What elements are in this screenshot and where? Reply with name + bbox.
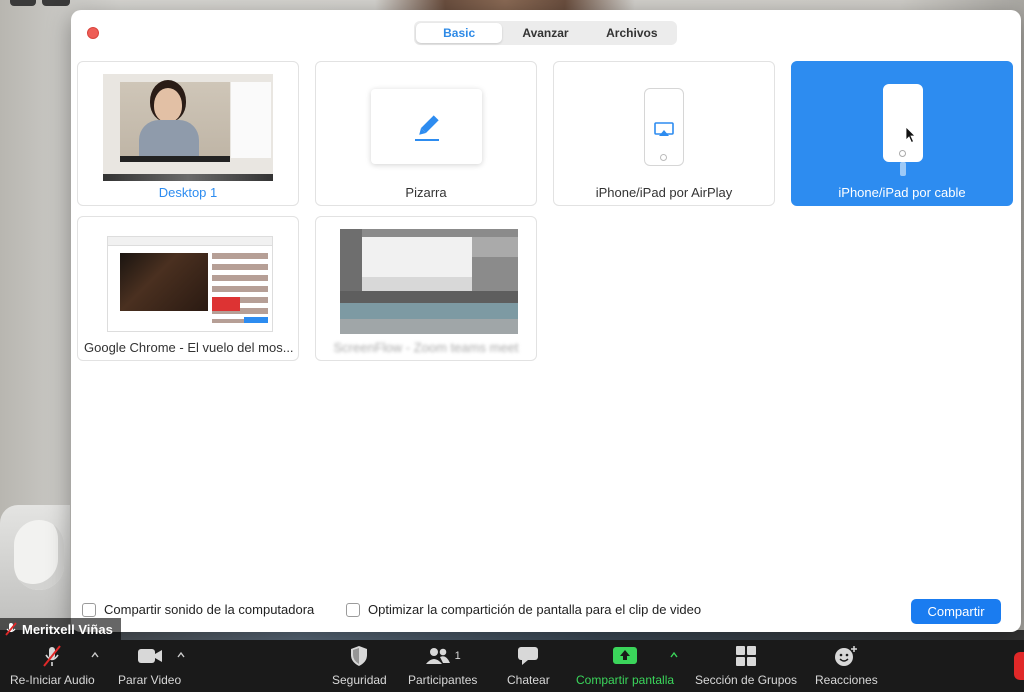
optimize-video-label: Optimizar la compartición de pantalla pa… <box>368 602 702 617</box>
share-screen-button[interactable]: Compartir pantalla <box>576 644 674 687</box>
source-label: ScreenFlow - Zoom teams meet <box>333 340 519 355</box>
share-sound-checkbox[interactable] <box>82 602 96 617</box>
source-label: Pizarra <box>405 185 447 200</box>
share-screen-dialog: Basic Avanzar Archivos Desktop 1 Pizarra… <box>71 10 1021 632</box>
video-button[interactable]: Parar Video <box>118 644 181 687</box>
iphone-cable-icon <box>883 84 923 162</box>
chat-bubble-icon <box>518 647 539 665</box>
option-optimize-video: Optimizar la compartición de pantalla pa… <box>346 602 701 617</box>
tab-files[interactable]: Archivos <box>589 23 675 43</box>
whiteboard-thumbnail <box>371 89 482 164</box>
mic-muted-icon <box>5 622 17 636</box>
tab-basic[interactable]: Basic <box>416 23 503 43</box>
breakout-grid-icon <box>736 646 757 666</box>
reactions-button[interactable]: Reacciones <box>815 644 878 687</box>
window-control-pill <box>42 0 70 6</box>
source-tile-cable[interactable]: iPhone/iPad por cable <box>791 61 1013 206</box>
background-chair <box>14 520 64 590</box>
participants-icon <box>425 648 450 664</box>
source-tile-whiteboard[interactable]: Pizarra <box>315 61 537 206</box>
share-button[interactable]: Compartir <box>911 599 1001 624</box>
airplay-icon <box>654 122 674 136</box>
audio-button[interactable]: Re-Iniciar Audio <box>10 644 95 687</box>
source-tile-chrome[interactable]: Google Chrome - El vuelo del mos... <box>77 216 299 361</box>
mouse-cursor-icon <box>905 126 916 144</box>
share-screen-icon <box>613 647 638 664</box>
end-meeting-button[interactable] <box>1014 652 1024 680</box>
close-button[interactable] <box>87 27 99 39</box>
chrome-window-thumbnail <box>107 236 273 332</box>
participant-name: Meritxell Viñas <box>22 621 113 637</box>
chat-button[interactable]: Chatear <box>507 644 550 687</box>
source-label: iPhone/iPad por AirPlay <box>595 185 733 200</box>
participants-button[interactable]: 1 Participantes <box>408 644 477 687</box>
audio-options-chevron-icon[interactable] <box>90 650 100 660</box>
reaction-emoji-icon <box>835 646 858 666</box>
desktop-thumbnail <box>103 74 273 181</box>
tab-advanced[interactable]: Avanzar <box>502 23 588 43</box>
participants-count: 1 <box>454 650 461 662</box>
share-sound-label: Compartir sonido de la computadora <box>104 602 315 617</box>
security-label: Seguridad <box>332 673 387 687</box>
source-tile-screenflow[interactable]: ScreenFlow - Zoom teams meet <box>315 216 537 361</box>
video-label: Parar Video <box>118 673 182 687</box>
source-tile-airplay[interactable]: iPhone/iPad por AirPlay <box>553 61 775 206</box>
video-camera-icon <box>137 649 162 663</box>
shield-icon <box>351 646 368 666</box>
source-label: Google Chrome - El vuelo del mos... <box>84 340 294 355</box>
option-share-sound: Compartir sonido de la computadora <box>82 602 314 617</box>
audio-label: Re-Iniciar Audio <box>10 673 95 687</box>
security-button[interactable]: Seguridad <box>332 644 387 687</box>
video-options-chevron-icon[interactable] <box>176 650 186 660</box>
window-control-pill <box>10 0 36 6</box>
iphone-airplay-thumbnail <box>644 88 684 166</box>
share-options-chevron-icon[interactable] <box>669 650 679 660</box>
meeting-toolbar: Re-Iniciar Audio Parar Video Seguridad 1… <box>0 640 1024 692</box>
breakout-rooms-label: Sección de Grupos <box>695 673 798 687</box>
cable-connector-icon <box>900 162 906 176</box>
breakout-rooms-button[interactable]: Sección de Grupos <box>695 644 797 687</box>
reactions-label: Reacciones <box>815 673 878 687</box>
source-label: Desktop 1 <box>158 185 218 200</box>
pencil-icon <box>415 115 439 141</box>
participants-label: Participantes <box>408 673 478 687</box>
participant-name-tag: Meritxell Viñas <box>0 618 121 640</box>
source-tile-desktop[interactable]: Desktop 1 <box>77 61 299 206</box>
mic-muted-icon <box>43 645 62 667</box>
blurred-window-thumbnail <box>340 229 518 334</box>
chat-label: Chatear <box>507 673 550 687</box>
share-screen-label: Compartir pantalla <box>576 673 675 687</box>
source-label: iPhone/iPad por cable <box>838 185 966 200</box>
optimize-video-checkbox[interactable] <box>346 602 360 617</box>
tab-bar: Basic Avanzar Archivos <box>414 21 677 45</box>
